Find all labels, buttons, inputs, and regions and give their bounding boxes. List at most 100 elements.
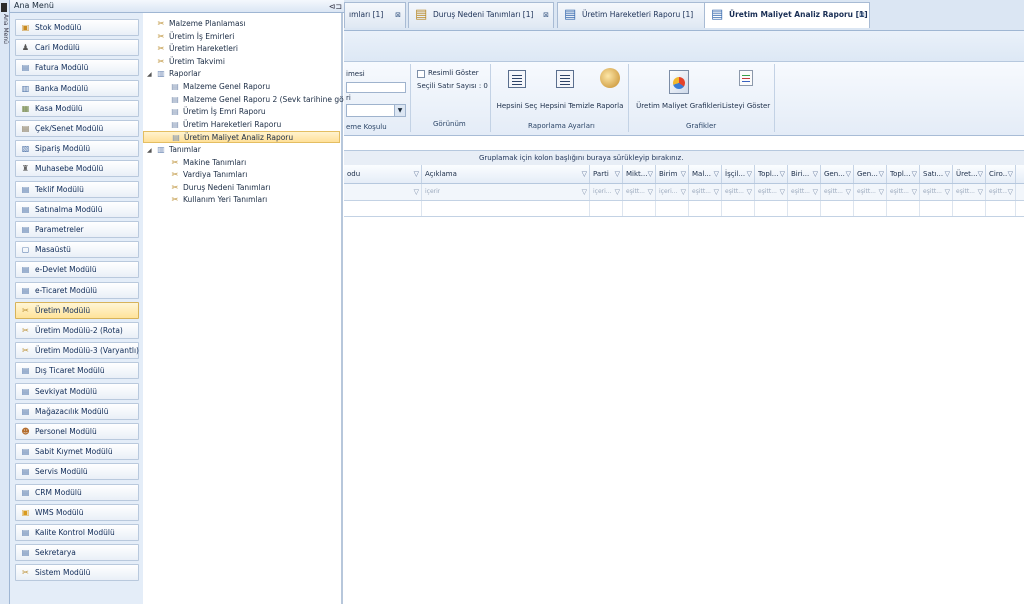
module-button[interactable]: ▤ Servis Modülü [15,463,139,481]
tree-item[interactable]: ✂ Makine Tanımları [169,157,247,169]
column-header[interactable]: Gen... ▽ [854,165,887,183]
column-header[interactable]: Biri... ▽ [788,165,821,183]
filter-cell[interactable]: eşitt... ▽ [920,184,953,200]
filter-cell[interactable]: eşitt... ▽ [755,184,788,200]
module-button[interactable]: ♜ Muhasebe Modülü [15,160,139,178]
grid-cell[interactable] [821,201,854,216]
module-button[interactable]: ▣ WMS Modülü [15,503,139,521]
filter-cell[interactable]: eşitt... ▽ [854,184,887,200]
module-button[interactable]: ▤ CRM Modülü [15,483,139,501]
funnel-icon[interactable]: ▽ [615,165,620,183]
column-header[interactable]: Ciro...▽ [986,165,1016,183]
grid-cell[interactable] [986,201,1016,216]
module-button[interactable]: ▤ e-Devlet Modülü [15,261,139,279]
filter-cell[interactable]: eşitt... ▽ [722,184,755,200]
tree-item[interactable]: ▤ Üretim Hareketleri Raporu [169,119,281,131]
side-menu-strip[interactable]: Ana Menü [0,0,10,604]
funnel-icon[interactable]: ▽ [780,184,785,200]
funnel-icon[interactable]: ▽ [978,184,983,200]
module-button[interactable]: ▤ Satınalma Modülü [15,200,139,218]
tree-item[interactable]: ▤ Malzeme Genel Raporu 2 (Sevk tarihine g… [169,94,358,106]
funnel-icon[interactable]: ▽ [648,184,653,200]
pin-icon[interactable] [1,3,7,12]
column-header[interactable]: Gen... ▽ [821,165,854,183]
module-button[interactable]: ▣ Stok Modülü [15,19,139,36]
close-tab-icon[interactable]: ⊠ [859,3,865,27]
filter-cell[interactable]: eşitt... ▽ [623,184,656,200]
tree-expander-icon[interactable]: ◢ [147,69,155,81]
raporla-button[interactable]: Raporla [594,68,626,110]
filter-cell[interactable]: eşitt... ▽ [953,184,986,200]
module-button[interactable]: ▤ Sekretarya [15,544,139,562]
listeyi-goster-button[interactable]: Listeyi Göster [722,70,770,110]
module-button[interactable]: ✂ Üretim Modülü-3 (Varyantlı) [15,342,139,360]
module-button[interactable]: ▢ Masaüstü [15,241,139,259]
filter-cell[interactable]: eşitt... ▽ [689,184,722,200]
column-header[interactable]: İşçil... ▽ [722,165,755,183]
tree-item[interactable]: ✂ Kullanım Yeri Tanımları [169,194,268,206]
hepsini-sec-button[interactable]: Hepsini Seç [496,70,538,110]
module-button[interactable]: ▤ e-Ticaret Modülü [15,281,139,299]
filter-cell[interactable]: ▽ [344,184,422,200]
filter-cell[interactable]: içeri... ▽ [656,184,689,200]
module-button[interactable]: ☻ Personel Modülü [15,423,139,440]
filter-cell[interactable]: eşitt... ▽ [821,184,854,200]
module-button[interactable]: ▤ Kalite Kontrol Modülü [15,524,139,541]
grid-cell[interactable] [953,201,986,216]
column-header[interactable]: Mikt... ▽ [623,165,656,183]
module-button[interactable]: ▤ Sabit Kıymet Modülü [15,443,139,461]
funnel-icon[interactable]: ▽ [945,165,950,183]
funnel-icon[interactable]: ▽ [615,184,620,200]
filter-cell[interactable]: eşitt... ▽ [986,184,1016,200]
column-header[interactable]: Topl... ▽ [755,165,788,183]
funnel-icon[interactable]: ▽ [846,184,851,200]
filter-cell[interactable]: eşitt... ▽ [887,184,920,200]
group-by-panel[interactable]: Gruplamak için kolon başlığını buraya sü… [344,150,1024,166]
grid-body[interactable] [344,201,1024,217]
resimli-goster-checkbox[interactable] [417,70,425,78]
grid-cell[interactable] [920,201,953,216]
tree-item[interactable]: ◢ ▥ Tanımlar [147,144,201,156]
document-tab[interactable]: ▤Üretim Hareketleri Raporu [1]⊠ [557,2,717,28]
tree-item[interactable]: ✂ Üretim Hareketleri [155,43,238,55]
pin-menu-icon[interactable]: ⊲⊐ [329,1,342,13]
chevron-down-icon[interactable]: ▼ [394,105,405,116]
column-header[interactable]: Parti ▽ [590,165,623,183]
grid-cell[interactable] [887,201,920,216]
column-header[interactable]: Topl... ▽ [887,165,920,183]
module-button[interactable]: ✂ Üretim Modülü-2 (Rota) [15,322,139,339]
funnel-icon[interactable]: ▽ [978,165,983,183]
column-header[interactable]: Açıklama ▽ [422,165,590,183]
column-header[interactable]: Birim ▽ [656,165,689,183]
funnel-icon[interactable]: ▽ [747,165,752,183]
close-tab-icon[interactable]: ⊠ [543,3,549,27]
column-header[interactable]: Üret... ▽ [953,165,986,183]
funnel-icon[interactable]: ▽ [1008,165,1013,183]
module-button[interactable]: ▦ Kasa Modülü [15,99,139,117]
funnel-icon[interactable]: ▽ [846,165,851,183]
module-button[interactable]: ✂ Sistem Modülü [15,564,139,582]
hepsini-temizle-button[interactable]: Hepsini Temizle [540,70,594,110]
funnel-icon[interactable]: ▽ [912,165,917,183]
funnel-icon[interactable]: ▽ [879,165,884,183]
tree-item[interactable]: ◢ ▥ Raporlar [147,68,201,80]
module-button[interactable]: ▧ Sipariş Modülü [15,140,139,158]
column-header[interactable]: Mal... ▽ [689,165,722,183]
funnel-icon[interactable]: ▽ [813,184,818,200]
funnel-icon[interactable]: ▽ [1008,184,1013,200]
funnel-icon[interactable]: ▽ [714,184,719,200]
tree-item[interactable]: ✂ Üretim İş Emirleri [155,31,235,43]
tree-item[interactable]: ✂ Üretim Takvimi [155,56,225,68]
tree-item[interactable]: ▤ Üretim Maliyet Analiz Raporu [143,131,340,144]
module-button[interactable]: ▤ Çek/Senet Modülü [15,120,139,137]
grid-cell[interactable] [344,201,422,216]
funnel-icon[interactable]: ▽ [912,184,917,200]
filter-cell[interactable]: içeri... ▽ [590,184,623,200]
grid-cell[interactable] [590,201,623,216]
module-button[interactable]: ▤ Mağazacılık Modülü [15,402,139,420]
module-button[interactable]: ♟ Cari Modülü [15,39,139,57]
grid-cell[interactable] [689,201,722,216]
partial-input[interactable] [346,82,406,93]
grid-cell[interactable] [854,201,887,216]
funnel-icon[interactable]: ▽ [681,184,686,200]
